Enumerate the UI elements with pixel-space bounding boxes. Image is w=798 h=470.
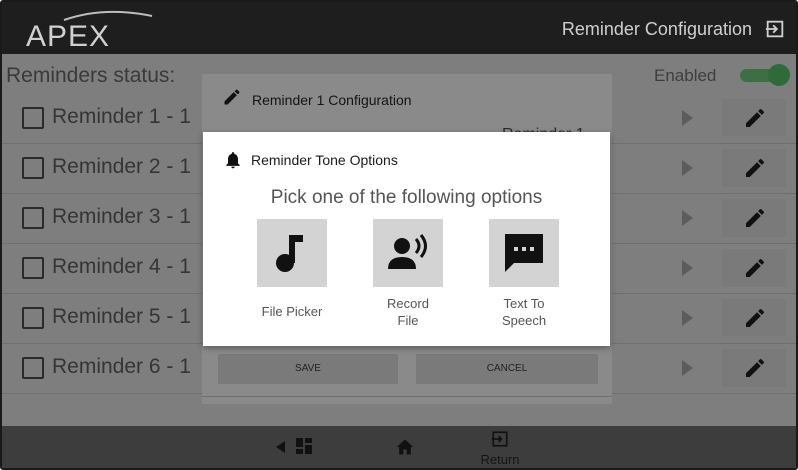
cancel-button[interactable]: CANCEL xyxy=(416,354,598,384)
edit-button[interactable] xyxy=(722,99,786,137)
toggle-knob xyxy=(768,64,790,86)
edit-button[interactable] xyxy=(722,299,786,337)
reminder-checkbox[interactable] xyxy=(22,307,44,329)
option-tile[interactable] xyxy=(373,219,443,287)
divider xyxy=(202,396,612,397)
reminder-checkbox[interactable] xyxy=(22,207,44,229)
exit-icon[interactable] xyxy=(764,18,786,40)
reminder-label: Reminder 2 - 1 xyxy=(52,155,191,178)
pencil-icon xyxy=(746,158,764,177)
voice-record-icon xyxy=(388,234,427,269)
pencil-icon xyxy=(746,308,764,327)
play-icon[interactable] xyxy=(682,260,693,276)
play-icon[interactable] xyxy=(682,210,693,226)
save-button[interactable]: SAVE xyxy=(218,354,398,384)
play-icon[interactable] xyxy=(682,160,693,176)
music-note-icon xyxy=(276,235,303,272)
grid-icon[interactable] xyxy=(296,438,312,454)
play-icon[interactable] xyxy=(682,110,693,126)
reminder-label: Reminder 5 - 1 xyxy=(52,305,191,328)
edit-button[interactable] xyxy=(722,249,786,287)
page-title: Reminder Configuration xyxy=(561,19,752,39)
pencil-icon xyxy=(746,358,764,377)
option-tile[interactable] xyxy=(489,219,559,287)
reminder-checkbox[interactable] xyxy=(22,357,44,379)
file-picker-label: File Picker xyxy=(261,304,323,319)
reminder-label: Reminder 3 - 1 xyxy=(52,205,191,228)
bottom-nav: Return xyxy=(2,426,796,468)
tone-modal-title: Reminder Tone Options xyxy=(251,152,398,168)
record-file-label-line2: File xyxy=(397,313,419,328)
text-to-speech-label-line1: Text To xyxy=(503,296,545,311)
reminder-label: Reminder 4 - 1 xyxy=(52,255,191,278)
edit-button[interactable] xyxy=(722,149,786,187)
record-file-label-line1: Record xyxy=(387,296,429,311)
pencil-icon xyxy=(746,108,764,127)
edit-button[interactable] xyxy=(722,349,786,387)
edit-button[interactable] xyxy=(722,199,786,237)
return-button[interactable]: Return xyxy=(476,430,524,468)
reminder-checkbox[interactable] xyxy=(22,107,44,129)
return-icon xyxy=(491,431,508,447)
reminder-checkbox[interactable] xyxy=(22,157,44,179)
reminder-label: Reminder 6 - 1 xyxy=(52,355,191,378)
reminder-label: Reminder 1 - 1 xyxy=(52,105,191,128)
enabled-label: Enabled xyxy=(654,66,717,85)
reminder-checkbox[interactable] xyxy=(22,257,44,279)
config-dialog-header: Reminder 1 Configuration xyxy=(202,74,612,112)
play-icon[interactable] xyxy=(682,360,693,376)
top-bar: APEX Reminder Configuration xyxy=(2,2,796,54)
text-to-speech-label-line2: Speech xyxy=(501,313,547,328)
tone-options-modal: Reminder Tone Options Pick one of the fo… xyxy=(203,132,610,346)
config-dialog-title: Reminder 1 Configuration xyxy=(252,92,412,108)
reminders-enabled-toggle[interactable] xyxy=(740,64,790,86)
apex-logo: APEX xyxy=(26,10,153,50)
pencil-icon xyxy=(224,89,240,105)
bell-icon xyxy=(226,152,240,169)
pencil-icon xyxy=(746,258,764,277)
return-label: Return xyxy=(480,452,520,467)
logo-text: APEX xyxy=(26,20,110,50)
app-window: APEX Reminder Configuration Reminders st… xyxy=(0,0,798,470)
option-tile[interactable] xyxy=(257,219,327,287)
pencil-icon xyxy=(746,208,764,227)
status-label: Reminders status: xyxy=(6,64,176,87)
play-icon[interactable] xyxy=(682,310,693,326)
home-icon[interactable] xyxy=(395,437,415,457)
back-icon[interactable] xyxy=(276,441,285,453)
chat-bubble-icon xyxy=(505,234,543,272)
tone-modal-subtitle: Pick one of the following options xyxy=(270,187,543,208)
